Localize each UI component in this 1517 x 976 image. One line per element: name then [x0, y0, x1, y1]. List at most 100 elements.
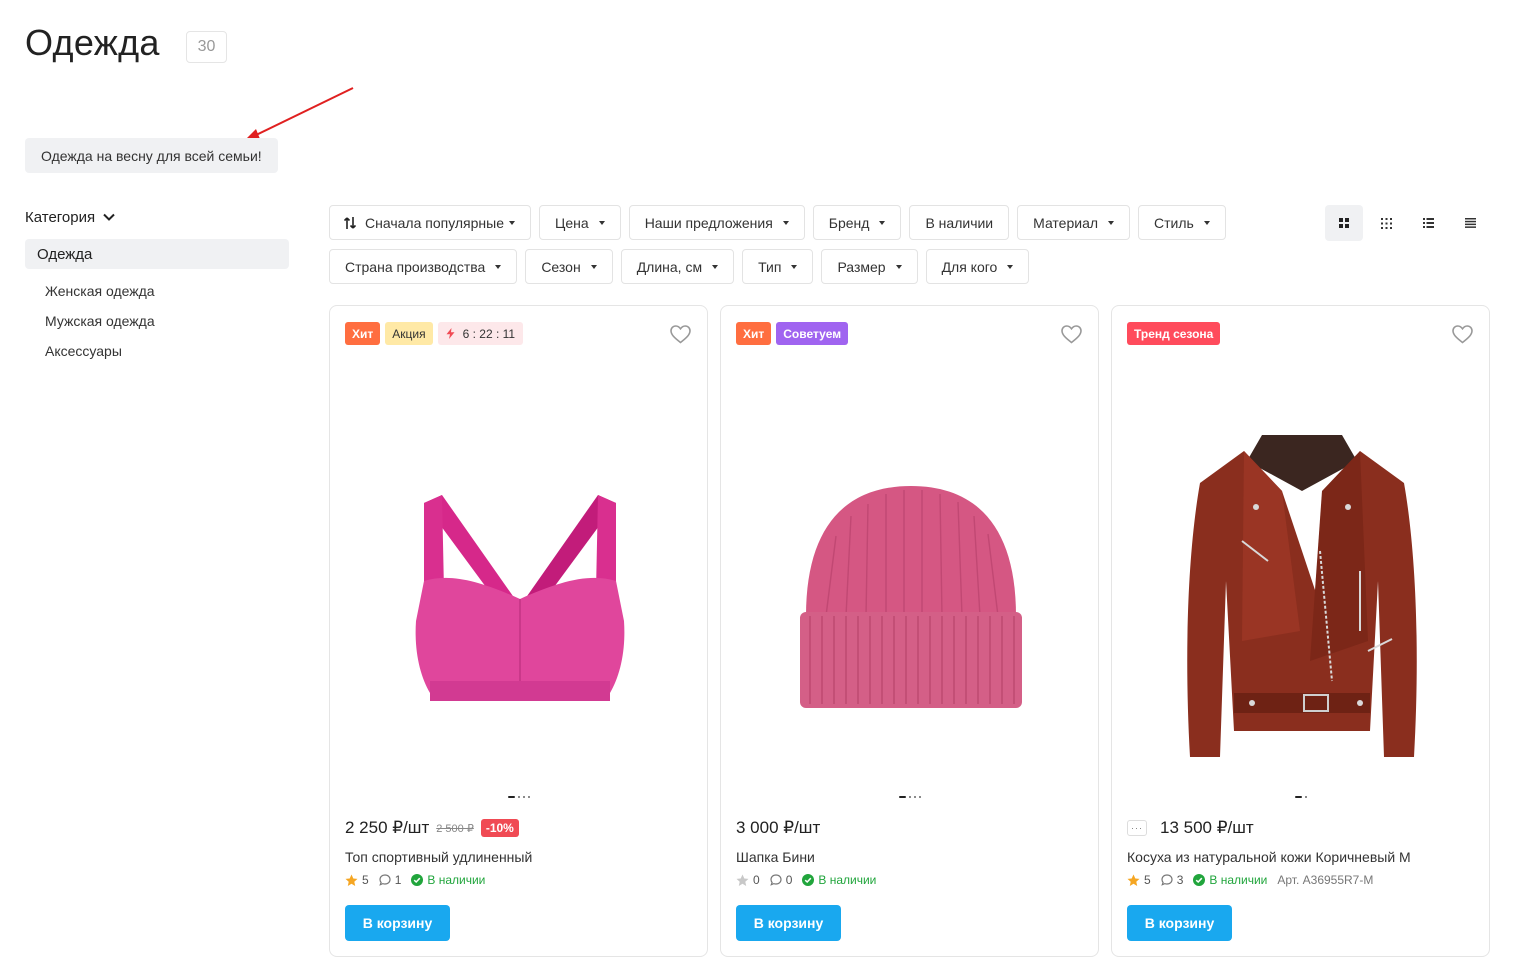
sort-icon	[344, 216, 356, 229]
beanie-image	[799, 486, 1022, 708]
view-list-button[interactable]	[1409, 205, 1447, 241]
sort-label: Сначала популярные	[365, 214, 505, 231]
pagination-dot[interactable]	[908, 796, 911, 798]
comment-icon	[378, 874, 391, 886]
filter-label: Тип	[758, 258, 782, 275]
discount-badge: -10%	[480, 819, 519, 837]
badge-timer: 6 : 22 : 11	[437, 322, 524, 345]
pagination-dot[interactable]	[517, 796, 520, 798]
filter-brand[interactable]: Бренд	[812, 205, 902, 240]
rating-value: 0	[753, 873, 760, 887]
filter-label: Страна производства	[345, 258, 486, 275]
category-item-men[interactable]: Мужская одежда	[25, 306, 289, 336]
comment-icon	[1160, 874, 1173, 886]
badge-recommended: Советуем	[776, 322, 849, 345]
filter-label: В наличии	[925, 214, 994, 231]
annotation-arrow-icon	[244, 87, 354, 141]
caret-down-icon	[590, 264, 597, 269]
more-options-button[interactable]: ···	[1127, 820, 1147, 836]
grid-small-icon	[1380, 217, 1392, 229]
filter-label: Для кого	[941, 258, 998, 275]
product-name[interactable]: Топ спортивный удлиненный	[345, 849, 532, 865]
chevron-down-icon	[103, 213, 115, 221]
badge-hit: Хит	[345, 322, 381, 345]
availability-status: В наличии	[427, 873, 486, 887]
pagination-dot[interactable]	[507, 796, 515, 798]
caret-down-icon	[879, 220, 886, 225]
filter-style[interactable]: Стиль	[1138, 205, 1226, 240]
add-to-cart-button[interactable]: В корзину	[345, 905, 450, 941]
filter-label: Стиль	[1154, 214, 1194, 231]
page-title: Одежда	[25, 22, 160, 63]
caret-down-icon	[895, 264, 902, 269]
sort-button[interactable]: Сначала популярные	[329, 205, 532, 240]
heart-icon[interactable]	[1452, 325, 1473, 344]
promo-tag-chip[interactable]: Одежда на весну для всей семьи!	[25, 138, 278, 173]
product-name[interactable]: Косуха из натуральной кожи Коричневый М	[1127, 849, 1411, 865]
compact-list-icon	[1464, 218, 1476, 228]
reviews-count: 3	[1176, 873, 1184, 887]
caret-down-icon	[1007, 264, 1014, 269]
product-card[interactable]: Хит Акция 6 : 22 : 11 2 250 ₽/шт 2 500 ₽…	[329, 305, 708, 957]
check-circle-icon	[1193, 874, 1206, 886]
pagination-dot[interactable]	[918, 796, 921, 798]
filter-material[interactable]: Материал	[1017, 205, 1131, 240]
check-circle-icon	[802, 874, 815, 886]
filter-label: Наши предложения	[644, 214, 773, 231]
filter-in-stock[interactable]: В наличии	[909, 205, 1010, 240]
product-card[interactable]: Хит Советуем 3 000 ₽/шт Шапка Бини 0 0 В…	[720, 305, 1099, 957]
product-image-beanie[interactable]	[751, 386, 1070, 806]
image-pagination[interactable]	[1112, 796, 1489, 798]
product-image-leather-jacket[interactable]	[1142, 386, 1461, 806]
view-compact-button[interactable]	[1451, 205, 1489, 241]
check-circle-icon	[411, 874, 424, 886]
view-grid-small-button[interactable]	[1367, 205, 1405, 241]
pagination-dot[interactable]	[522, 796, 525, 798]
filter-type[interactable]: Тип	[742, 249, 814, 284]
add-to-cart-button[interactable]: В корзину	[1127, 905, 1232, 941]
filter-audience[interactable]: Для кого	[925, 249, 1030, 284]
rating-value: 5	[362, 873, 369, 887]
heart-icon[interactable]	[670, 325, 691, 344]
badge-trend: Тренд сезона	[1127, 322, 1221, 345]
product-price: 3 000 ₽/шт	[736, 818, 821, 837]
view-grid-large-button[interactable]	[1325, 205, 1363, 241]
reviews-count: 1	[394, 873, 402, 887]
category-sidebar: Категория Одежда Женская одежда Мужская …	[25, 205, 289, 366]
filter-label: Сезон	[541, 258, 581, 275]
pagination-dot[interactable]	[527, 796, 530, 798]
add-to-cart-button[interactable]: В корзину	[736, 905, 841, 941]
category-toggle[interactable]: Категория	[25, 205, 289, 229]
availability-status: В наличии	[1209, 873, 1268, 887]
rating-value: 5	[1144, 873, 1151, 887]
category-item-women[interactable]: Женская одежда	[25, 276, 289, 306]
heart-icon[interactable]	[1061, 325, 1082, 344]
category-item-accessories[interactable]: Аксессуары	[25, 336, 289, 366]
pagination-dot[interactable]	[1294, 796, 1302, 798]
product-image-sports-bra[interactable]	[360, 386, 679, 806]
pagination-dot[interactable]	[898, 796, 906, 798]
star-icon	[345, 874, 358, 886]
badge-hit: Хит	[736, 322, 772, 345]
image-pagination[interactable]	[721, 796, 1098, 798]
category-active-item[interactable]: Одежда	[25, 239, 289, 269]
image-pagination[interactable]	[330, 796, 707, 798]
product-name[interactable]: Шапка Бини	[736, 849, 815, 865]
product-old-price: 2 500 ₽	[436, 822, 474, 835]
badge-promo: Акция	[385, 322, 433, 345]
caret-down-icon	[1108, 220, 1115, 225]
grid-large-icon	[1339, 218, 1349, 228]
filter-price[interactable]: Цена	[539, 205, 621, 240]
filter-size[interactable]: Размер	[821, 249, 918, 284]
filter-season[interactable]: Сезон	[525, 249, 613, 284]
filter-length[interactable]: Длина, см	[620, 249, 735, 284]
filter-offers[interactable]: Наши предложения	[628, 205, 805, 240]
pagination-dot[interactable]	[1304, 796, 1307, 798]
product-card[interactable]: Тренд сезона ··· 13 500 ₽/шт Косуха из н…	[1111, 305, 1490, 957]
filter-country[interactable]: Страна производства	[329, 249, 518, 284]
pagination-dot[interactable]	[913, 796, 916, 798]
product-price: 13 500 ₽/шт	[1160, 818, 1254, 837]
filter-label: Длина, см	[636, 258, 703, 275]
star-icon	[1127, 874, 1140, 886]
leather-jacket-image	[1186, 435, 1417, 757]
